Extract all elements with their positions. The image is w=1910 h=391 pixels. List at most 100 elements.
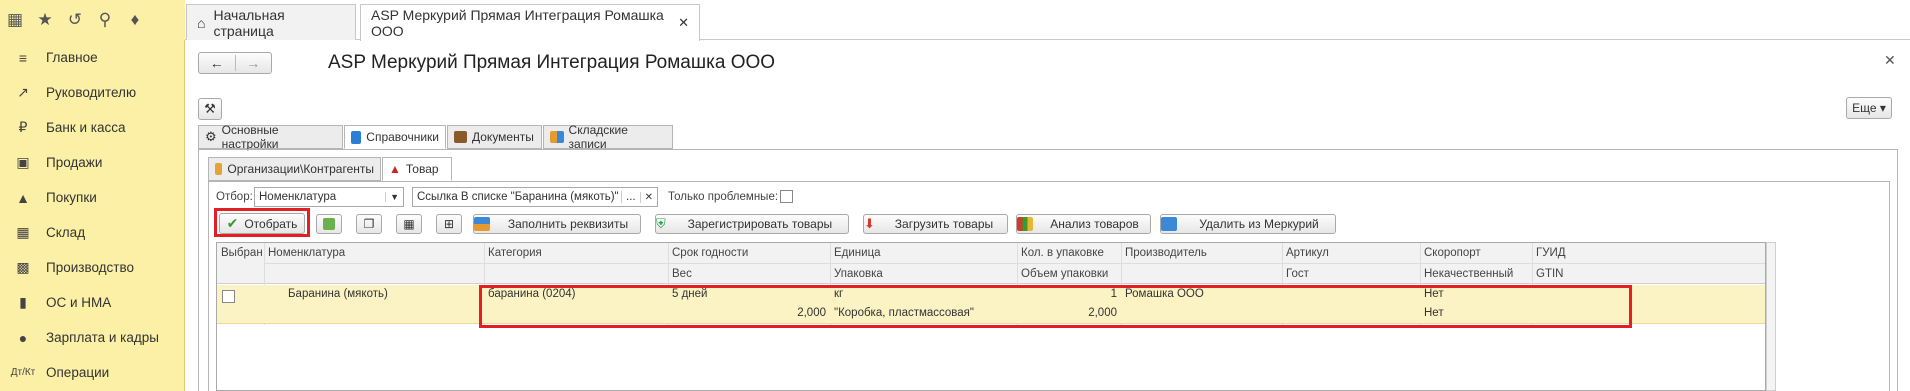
debit-credit-icon: Дт/Кт [10, 367, 36, 378]
briefcase-icon [454, 131, 467, 143]
load-goods-label: Загрузить товары [894, 217, 994, 231]
column-header-packaging[interactable]: Упаковка [830, 264, 1017, 284]
column-header-perishable[interactable]: Скоропорт [1420, 243, 1532, 263]
column-header-category[interactable]: Категория [484, 243, 668, 263]
close-icon[interactable]: ✕ [1884, 52, 1896, 69]
copy-button[interactable]: ❐ [356, 214, 382, 234]
fill-requisites-label: Заполнить реквизиты [507, 217, 629, 231]
column-header-weight[interactable]: Вес [668, 264, 830, 284]
edit-icon [323, 218, 335, 230]
chevron-down-icon[interactable]: ▼ [385, 192, 399, 202]
ellipsis-icon[interactable]: ... [621, 191, 640, 203]
copy-icon: ❐ [363, 217, 375, 231]
tab-directories[interactable]: Справочники [344, 125, 446, 149]
tab-organizations[interactable]: Организации\Контрагенты [208, 157, 381, 181]
sidebar-item-label: Производство [46, 260, 135, 275]
only-problem-label: Только проблемные: [668, 191, 779, 203]
tab-label: Товар [405, 162, 439, 176]
analyze-goods-button[interactable]: Анализ товаров [1016, 214, 1151, 234]
sidebar-item-label: ОС и НМА [46, 295, 112, 310]
back-arrow-icon[interactable]: ← [199, 55, 236, 71]
search-icon[interactable]: ⚲ [90, 0, 120, 40]
sidebar-item-manager[interactable]: ↗ Руководителю [0, 75, 185, 110]
sidebar-item-sales[interactable]: ▣ Продажи [0, 145, 185, 180]
sidebar-item-label: Руководителю [46, 85, 137, 100]
sidebar-item-label: Склад [46, 225, 86, 240]
filter-reference-value: Ссылка В списке "Баранина (мякоть)" [417, 191, 619, 203]
tab-mercury[interactable]: ASP Меркурий Прямая Интеграция Ромашка О… [360, 4, 700, 41]
tab-goods[interactable]: ▲ Товар [382, 157, 452, 181]
fill-icon [474, 217, 490, 231]
table-button[interactable]: ▦ [396, 214, 422, 234]
settings-tools-button[interactable]: ⚒ [198, 98, 222, 120]
row-select-checkbox[interactable] [222, 290, 235, 303]
delete-from-mercury-button[interactable]: Удалить из Меркурий [1160, 214, 1336, 234]
cell-nomenclature: Баранина (мякоть) [288, 288, 388, 300]
forward-arrow-icon[interactable]: → [236, 55, 272, 71]
tab-label: Складские записи [568, 123, 628, 151]
edit-button[interactable] [316, 214, 342, 234]
delete-icon [1161, 217, 1177, 231]
close-tab-icon[interactable]: ✕ [678, 15, 689, 31]
column-header-selected[interactable]: Выбран [217, 243, 264, 263]
load-goods-button[interactable]: ⬇ Загрузить товары [863, 214, 1008, 234]
tab-label: Документы [472, 130, 534, 144]
column-header-low-quality[interactable]: Некачественный [1420, 264, 1532, 284]
column-header-guid[interactable]: ГУИД [1532, 243, 1765, 263]
history-icon[interactable]: ↺ [60, 0, 90, 40]
sidebar-item-purchases[interactable]: ▲ Покупки [0, 180, 185, 215]
column-header-gtin[interactable]: GTIN [1532, 264, 1765, 284]
column-header-manufacturer[interactable]: Производитель [1121, 243, 1282, 263]
sidebar-item-production[interactable]: ▩ Производство [0, 250, 185, 285]
sidebar-item-warehouse[interactable]: ▦ Склад [0, 215, 185, 250]
filter-type-select[interactable]: Номенклатура ▼ [254, 187, 404, 207]
register-goods-label: Зарегистрировать товары [687, 217, 833, 231]
organizations-icon [215, 163, 223, 175]
add-table-button[interactable]: ⊞ [436, 214, 462, 234]
delete-from-mercury-label: Удалить из Меркурий [1199, 217, 1319, 231]
sidebar-item-main[interactable]: ≡ Главное [0, 40, 185, 75]
column-header-nomenclature[interactable]: Номенклатура [264, 243, 484, 263]
tab-main-settings[interactable]: ⚙ Основные настройки [198, 123, 343, 151]
tab-warehouse-records[interactable]: Складские записи [543, 123, 673, 151]
column-header-gost[interactable]: Гост [1282, 264, 1420, 284]
sidebar-item-payroll[interactable]: ● Зарплата и кадры [0, 320, 185, 355]
shield-icon: ⛨ [656, 216, 666, 231]
ruble-coin-icon: ₽ [18, 119, 28, 135]
clear-icon[interactable]: ✕ [639, 191, 653, 203]
column-header-qty-in-pack[interactable]: Кол. в упаковке [1017, 243, 1121, 263]
column-header-article[interactable]: Артикул [1282, 243, 1420, 263]
sidebar-item-assets[interactable]: ▮ ОС и НМА [0, 285, 185, 320]
analyze-goods-label: Анализ товаров [1050, 217, 1139, 231]
column-header-shelf-life[interactable]: Срок годности [668, 243, 830, 263]
only-problem-checkbox[interactable] [780, 190, 793, 203]
sidebar-item-bank[interactable]: ₽ Банк и касса [0, 110, 185, 145]
bag-icon: ▣ [16, 154, 30, 170]
page-title: ASP Меркурий Прямая Интеграция Ромашка О… [328, 52, 776, 73]
sidebar-item-operations[interactable]: Дт/Кт Операции [0, 355, 185, 390]
tab-home[interactable]: ⌂ Начальная страница [186, 4, 356, 40]
annotation-highlight-row [479, 285, 1632, 328]
boxes-icon [550, 131, 564, 143]
table-scrollbar[interactable] [1766, 242, 1776, 391]
sidebar-item-label: Зарплата и кадры [46, 330, 159, 345]
tab-label: Основные настройки [221, 123, 279, 151]
filter-reference-input[interactable]: Ссылка В списке "Баранина (мякоть)" ... … [412, 187, 658, 207]
chart-icon: ↗ [17, 84, 29, 100]
sidebar-item-label: Операции [46, 365, 110, 380]
sidebar-item-label: Продажи [46, 155, 103, 170]
tab-home-label: Начальная страница [213, 6, 285, 39]
fill-requisites-button[interactable]: Заполнить реквизиты [473, 214, 641, 234]
star-icon[interactable]: ★ [30, 0, 60, 40]
apps-grid-icon[interactable]: ▦ [0, 0, 30, 40]
column-header-unit[interactable]: Единица [830, 243, 1017, 263]
bell-icon[interactable]: ♦ [120, 0, 150, 40]
sidebar-item-label: Банк и касса [46, 120, 126, 135]
filter-label: Отбор: [216, 191, 253, 203]
register-goods-button[interactable]: ⛨ Зарегистрировать товары [655, 214, 849, 234]
annotation-highlight-select [214, 208, 310, 237]
more-button[interactable]: Еще ▾ [1846, 97, 1892, 119]
person-icon: ● [18, 329, 28, 346]
column-header-pack-volume[interactable]: Объем упаковки [1017, 264, 1121, 284]
tab-documents[interactable]: Документы [447, 125, 542, 149]
